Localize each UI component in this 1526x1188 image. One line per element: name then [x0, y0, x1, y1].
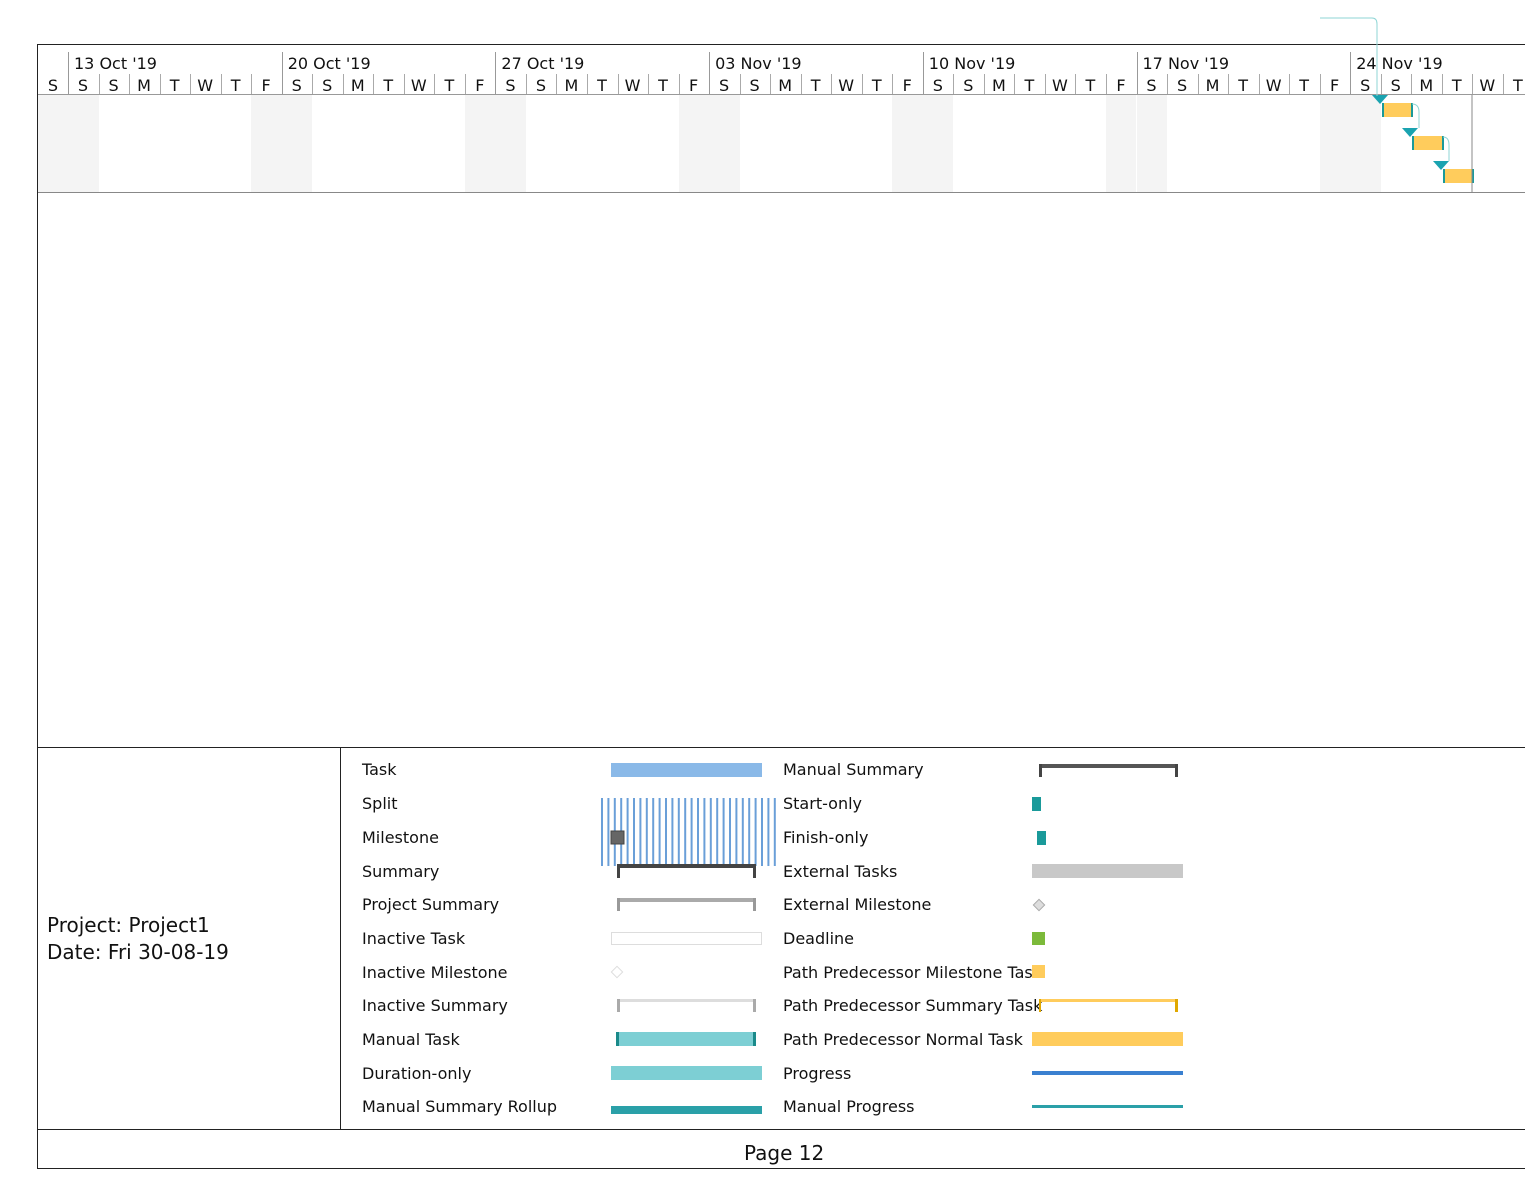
split-stripe [690, 798, 693, 866]
split-stripe [626, 798, 629, 866]
link-2-3 [1442, 136, 1450, 161]
manual-summary-swatch [1039, 764, 1178, 777]
duration-only-swatch [611, 1066, 762, 1080]
split-stripe [607, 798, 610, 866]
split-stripe [722, 798, 725, 866]
split-stripe [773, 798, 776, 866]
split-stripe [697, 798, 699, 866]
milestone-swatch [610, 830, 625, 845]
deadline-swatch [1032, 932, 1045, 945]
split-stripe [735, 798, 738, 866]
project-summary-swatch [617, 898, 756, 911]
task-swatch [611, 763, 762, 777]
split-stripe [684, 798, 687, 866]
manual-summary-rollup-swatch [611, 1106, 762, 1114]
split-stripe [658, 798, 661, 866]
split-swatch [601, 798, 776, 866]
predecessor-link [1320, 17, 1378, 96]
split-stripe [652, 798, 655, 866]
inactive-task-swatch [611, 932, 762, 945]
inactive-summary-swatch [617, 999, 756, 1012]
split-stripe [665, 798, 667, 866]
progress-swatch [1032, 1071, 1183, 1075]
path-predecessor-milestone-swatch [1032, 965, 1045, 978]
split-stripe [601, 798, 603, 866]
summary-swatch [617, 864, 756, 878]
external-tasks-swatch [1032, 864, 1183, 878]
split-stripe [716, 798, 719, 866]
link-lines [1320, 17, 1473, 192]
split-stripe [767, 798, 770, 866]
split-stripe [748, 798, 751, 866]
path-predecessor-summary-swatch [1039, 999, 1178, 1012]
split-stripe [677, 798, 680, 866]
finish-only-swatch [1037, 831, 1046, 845]
split-stripe [754, 798, 757, 866]
path-predecessor-normal-swatch [1032, 1032, 1183, 1046]
manual-task-swatch [616, 1032, 756, 1046]
split-stripe [633, 798, 635, 866]
start-only-swatch [1032, 797, 1041, 811]
split-stripe [639, 798, 642, 866]
split-stripe [741, 798, 744, 866]
split-stripe [671, 798, 674, 866]
inactive-milestone-swatch [610, 965, 624, 979]
legend-swatches [601, 763, 1183, 1114]
split-stripe [703, 798, 706, 866]
split-stripe [645, 798, 648, 866]
external-milestone-swatch [1032, 898, 1046, 912]
link-1-2 [1411, 103, 1420, 128]
manual-progress-swatch [1032, 1105, 1183, 1108]
split-stripe [709, 798, 712, 866]
page-number: Page 12 [744, 1141, 825, 1165]
split-stripe [729, 798, 731, 866]
split-stripe [761, 798, 763, 866]
